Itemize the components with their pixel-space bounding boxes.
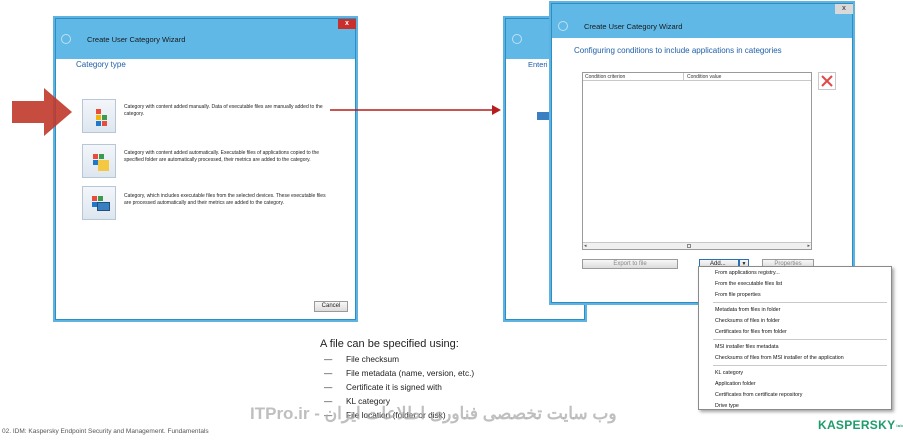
option-automatic-category[interactable]: Category with content added automaticall…	[82, 144, 342, 180]
menu-item[interactable]: Metadata from files in folder	[715, 307, 780, 313]
menu-item[interactable]: From file properties	[715, 292, 761, 298]
close-button[interactable]: x	[835, 4, 853, 14]
scroll-right-icon[interactable]: ▸	[807, 243, 810, 249]
option-manual-text: Category with content added manually. Da…	[124, 104, 323, 117]
horizontal-scrollbar[interactable]: ◂ ▸	[583, 242, 811, 249]
option-automatic-text: Category with content added automaticall…	[124, 150, 320, 163]
background-selected-field	[537, 112, 551, 120]
conditions-wizard-title: Create User Category Wizard	[584, 22, 683, 31]
kaspersky-logo: KASPERSKYlab	[818, 418, 903, 432]
category-type-wizard-window: Create User Category Wizard x Category t…	[55, 18, 356, 320]
conditions-table-header: Condition criterion Condition value	[583, 73, 811, 81]
menu-separator	[713, 339, 887, 340]
devices-category-icon	[82, 186, 116, 220]
menu-item[interactable]: From applications registry...	[715, 270, 780, 276]
delete-condition-icon[interactable]	[818, 72, 836, 90]
list-item: — File metadata (name, version, etc.)	[324, 368, 475, 378]
automatic-category-icon	[82, 144, 116, 178]
menu-separator	[713, 302, 887, 303]
menu-item[interactable]: Checksums of files in folder	[715, 318, 780, 324]
list-item: — Certificate it is signed with	[324, 382, 442, 392]
conditions-wizard-window: Create User Category Wizard x Configurin…	[551, 3, 853, 303]
connector-arrow-icon	[330, 105, 501, 115]
watermark-text: وب سایت تخصصی فناوری اطلاعات ایران - ITP…	[250, 404, 617, 423]
background-heading-fragment: Enteri	[528, 60, 548, 69]
conditions-heading: Configuring conditions to include applic…	[574, 46, 782, 55]
conditions-table[interactable]: Condition criterion Condition value ◂ ▸	[582, 72, 812, 250]
menu-item[interactable]: Application folder	[715, 381, 756, 387]
back-icon[interactable]	[61, 34, 71, 44]
menu-item[interactable]: Certificates for files from folder	[715, 329, 787, 335]
wizard-titlebar: Create User Category Wizard x	[56, 19, 356, 59]
footer-caption: 02. IDM: Kaspersky Endpoint Security and…	[2, 428, 209, 435]
menu-item[interactable]: Drive type	[715, 403, 739, 409]
menu-item[interactable]: Checksums of files from MSI installer of…	[715, 355, 844, 361]
manual-category-icon	[82, 99, 116, 133]
menu-item[interactable]: Certificates from certificate repository	[715, 392, 802, 398]
option-devices-category[interactable]: Category, which includes executable file…	[82, 186, 342, 222]
scroll-left-icon[interactable]: ◂	[584, 243, 587, 249]
menu-item[interactable]: KL category	[715, 370, 743, 376]
category-type-heading: Category type	[76, 60, 126, 69]
conditions-titlebar: Create User Category Wizard x	[552, 4, 853, 38]
export-to-file-button[interactable]: Export to file	[582, 259, 678, 269]
background-title-fragment	[541, 35, 549, 42]
list-title: A file can be specified using:	[320, 338, 459, 350]
add-conditions-menu: From applications registry... From the ex…	[698, 266, 892, 410]
wizard-title: Create User Category Wizard	[87, 35, 186, 44]
scroll-thumb[interactable]	[687, 244, 691, 248]
close-button[interactable]: x	[338, 19, 356, 29]
column-condition-value[interactable]: Condition value	[687, 73, 721, 81]
option-devices-text: Category, which includes executable file…	[124, 193, 326, 206]
option-manual-category[interactable]: Category with content added manually. Da…	[82, 99, 342, 137]
back-icon	[512, 34, 522, 44]
pointer-arrow-icon	[12, 88, 72, 136]
column-condition-criterion[interactable]: Condition criterion	[585, 73, 625, 81]
cancel-button[interactable]: Cancel	[314, 301, 348, 312]
list-item: — File checksum	[324, 354, 400, 364]
menu-item[interactable]: MSI installer files metadata	[715, 344, 779, 350]
menu-separator	[713, 365, 887, 366]
back-icon[interactable]	[558, 21, 568, 31]
menu-item[interactable]: From the executable files list	[715, 281, 782, 287]
